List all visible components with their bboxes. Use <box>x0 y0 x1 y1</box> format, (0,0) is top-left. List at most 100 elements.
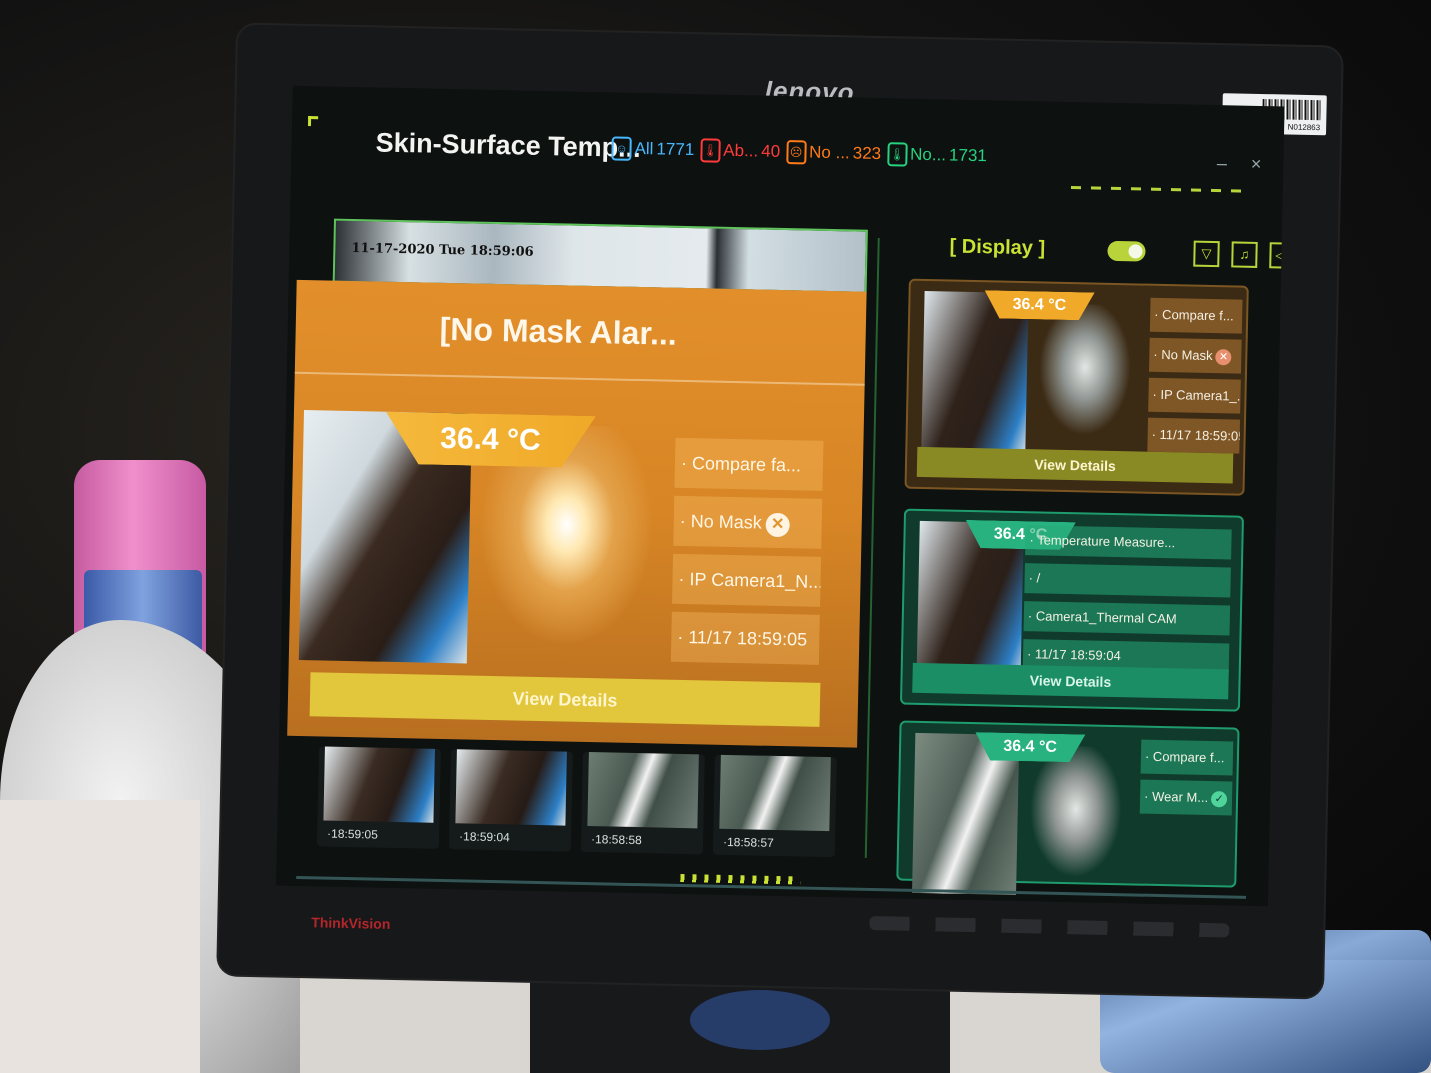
thumbnail-time-text: 18:58:58 <box>594 832 642 848</box>
monitor: lenovo N012863 ThinkVision Skin-Surface … <box>218 24 1342 998</box>
no-mask-alarm-popup: [No Mask Alar... 36.4 °C · Compare fa...… <box>287 279 867 748</box>
app-title: Skin-Surface Temp... <box>375 127 641 163</box>
sticker-code: N012863 <box>1287 122 1321 133</box>
stat-normal-value: 1731 <box>948 145 988 166</box>
card-info-compare: · Compare f... <box>1140 739 1234 776</box>
person-icon: ☺ <box>611 136 632 161</box>
alarm-info-mask-text: No Mask <box>690 511 762 533</box>
decorative-line <box>1070 186 1251 193</box>
thumbnail-item[interactable]: ·18:59:04 <box>448 749 573 852</box>
alarm-info-time-text: 11/17 18:59:05 <box>688 627 808 650</box>
thumbnail-item[interactable]: ·18:58:57 <box>712 754 837 858</box>
video-timestamp: 11-17-2020 Tue 18:59:06 <box>351 240 534 260</box>
bell-icon[interactable]: ♫ <box>1231 241 1258 268</box>
display-toggle[interactable] <box>1107 240 1146 262</box>
corner-bracket-icon <box>307 116 319 127</box>
alarm-info-compare-text: Compare fa... <box>691 453 802 476</box>
normal-card[interactable]: 36.4 °C · Temperature Measure... · / · C… <box>899 508 1245 712</box>
card-info-camera: · Camera1_Thermal CAM <box>1023 601 1231 636</box>
alarm-card[interactable]: 36.4 °C · Compare f... · No Mask ✕ · IP C… <box>904 278 1249 496</box>
thumbnail-image <box>719 754 831 832</box>
card-info-camera-text: Camera1_Thermal CAM <box>1035 608 1177 627</box>
close-circle-icon: ✕ <box>1215 349 1232 366</box>
stat-no-mask[interactable]: ☹ No ... 323 <box>785 140 882 166</box>
panel-divider <box>864 237 880 858</box>
stat-all[interactable]: ☺ All 1771 <box>611 136 694 162</box>
speaker-icon[interactable]: ◁) <box>1269 242 1285 269</box>
thumbnail-time-text: 18:59:04 <box>462 829 510 845</box>
thumbnail-time: ·18:59:05 <box>326 826 378 842</box>
card-info-slash: · / <box>1024 563 1231 598</box>
close-button[interactable]: × <box>1251 154 1262 175</box>
card-info-camera-text: IP Camera1_... <box>1160 386 1241 404</box>
stat-no-mask-label: No ... <box>808 142 850 163</box>
thumbnail-time: ·18:58:57 <box>722 834 774 850</box>
card-info-time-text: 11/17 18:59:04 <box>1034 646 1121 664</box>
card-info-compare-text: Compare f... <box>1161 306 1234 324</box>
thumbnail-time: ·18:59:04 <box>458 829 510 845</box>
minimize-button[interactable]: – <box>1217 153 1227 174</box>
monitor-stand-base <box>690 990 830 1050</box>
monitor-buttons[interactable] <box>869 915 1230 938</box>
card-info-mask: · Wear M... ✓ <box>1139 779 1233 816</box>
alarm-temperature: 36.4 °C <box>385 412 596 468</box>
card-info-compare: · Compare f... <box>1149 297 1243 334</box>
face-template-image <box>1022 745 1130 888</box>
alarm-info-compare: · Compare fa... <box>674 437 824 491</box>
stat-normal-label: No... <box>909 144 947 165</box>
view-details-button[interactable]: View Details <box>916 446 1234 484</box>
filter-icon[interactable]: ▽ <box>1193 240 1220 268</box>
alarm-info-camera: · IP Camera1_N... <box>672 553 822 607</box>
card-temperature: 36.4 °C <box>984 290 1095 320</box>
card-info-list: · Compare f... · Wear M... ✓ <box>1139 739 1234 816</box>
card-info-compare-text: Compare f... <box>1152 748 1225 766</box>
stat-no-mask-value: 323 <box>852 143 882 164</box>
thumbnail-image <box>323 746 435 823</box>
check-circle-icon: ✓ <box>1210 791 1228 808</box>
thumbnail-item[interactable]: ·18:58:58 <box>580 751 705 855</box>
monitor-bottom-logo: ThinkVision <box>311 914 391 932</box>
thumbnail-image <box>587 752 699 829</box>
card-info-mask: · No Mask ✕ <box>1148 337 1242 374</box>
pagination-dots[interactable] <box>680 873 801 885</box>
alarm-info-mask: · No Mask ✕ <box>673 495 823 549</box>
view-details-button[interactable]: View Details <box>309 672 821 727</box>
thumbnail-time-text: 18:59:05 <box>330 826 378 842</box>
card-info-slash-text: / <box>1036 570 1041 586</box>
stat-abnormal-value: 40 <box>761 141 781 161</box>
panel-icon-buttons: ▽ ♫ ◁) <box>1193 240 1285 269</box>
card-info-mask-text: Wear M... <box>1151 788 1209 806</box>
card-info-measure: · Temperature Measure... <box>1025 525 1232 560</box>
divider <box>294 371 865 386</box>
card-info-list: · Compare f... · No Mask ✕ · IP Camera1_.… <box>1147 297 1243 454</box>
thumbnail-time-text: 18:58:57 <box>726 834 774 850</box>
alarm-info-list: · Compare fa... · No Mask ✕ · IP Camera1_… <box>670 437 824 665</box>
card-info-measure-text: Temperature Measure... <box>1037 532 1176 551</box>
window-controls: – × <box>1217 153 1262 175</box>
view-details-button[interactable]: View Details <box>912 662 1229 700</box>
display-label: [ Display ] <box>949 235 1046 260</box>
card-info-list: · Temperature Measure... · / · Camera1_T… <box>1022 525 1232 674</box>
thumbnail-item[interactable]: ·18:59:05 <box>316 746 441 849</box>
app-screen: Skin-Surface Temp... ☺ All 1771 🌡 Ab... … <box>276 85 1285 907</box>
stats-bar: ☺ All 1771 🌡 Ab... 40 ☹ No ... 323 🌡 No.… <box>611 136 987 168</box>
card-info-mask-text: No Mask <box>1161 346 1213 364</box>
display-label-text: Display <box>961 235 1034 260</box>
face-mask-icon: ☹ <box>785 140 807 165</box>
stat-all-label: All <box>634 138 654 159</box>
stat-abnormal-temp[interactable]: 🌡 Ab... 40 <box>700 138 780 164</box>
normal-card[interactable]: 36.4 °C · Compare f... · Wear M... ✓ <box>896 720 1240 896</box>
stat-normal-temp[interactable]: 🌡 No... 1731 <box>886 142 988 168</box>
stat-all-value: 1771 <box>656 139 695 160</box>
thumbnail-time: ·18:58:58 <box>590 832 642 848</box>
stat-abnormal-label: Ab... <box>723 140 759 161</box>
capture-thumbnails: ·18:59:05 ·18:59:04 ·18:58:58 ·18:58:57 <box>316 746 859 867</box>
thumbnail-image <box>455 749 567 826</box>
alarm-info-time: · 11/17 18:59:05 <box>670 611 820 665</box>
cardboard-box <box>0 800 200 1073</box>
card-info-time: · 11/17 18:59:05 <box>1147 417 1241 454</box>
thermometer-icon: 🌡 <box>700 138 721 163</box>
card-temperature: 36.4 °C <box>975 732 1086 762</box>
alarm-title: [No Mask Alar... <box>439 310 678 352</box>
card-info-time-text: 11/17 18:59:05 <box>1159 426 1241 444</box>
